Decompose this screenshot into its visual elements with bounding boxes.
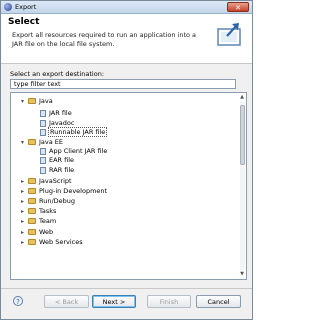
expand-arrow-icon[interactable]: ▸ (20, 219, 25, 225)
finish-button[interactable]: Finish (147, 295, 191, 308)
page-title: Select (8, 17, 40, 27)
tree-folder-item[interactable]: ▸ Plug-in Development (21, 187, 108, 196)
expand-arrow-icon[interactable]: ▸ (20, 240, 25, 246)
folder-icon (28, 139, 36, 145)
file-icon (40, 147, 46, 155)
tree-item-label: RAR file (49, 166, 75, 174)
collapse-arrow-icon[interactable]: ▾ (20, 99, 25, 105)
folder-icon (28, 208, 36, 214)
tree-file-item[interactable]: JAR file (40, 109, 72, 118)
file-icon (40, 156, 46, 164)
tree-item-label: Web Services (39, 238, 83, 246)
close-button[interactable]: ✕ (227, 2, 249, 12)
filter-input[interactable] (10, 79, 236, 89)
folder-icon (28, 239, 36, 245)
folder-icon (28, 178, 36, 184)
footer-divider (1, 288, 252, 289)
file-icon (40, 109, 46, 117)
tree-file-item[interactable]: EAR file (40, 156, 74, 165)
collapse-arrow-icon[interactable]: ▾ (20, 140, 25, 146)
expand-arrow-icon[interactable]: ▸ (20, 179, 25, 185)
export-banner-icon (217, 23, 241, 46)
tree-item-label: App Client JAR file (49, 147, 108, 155)
tree-file-item[interactable]: App Client JAR file (40, 147, 107, 156)
folder-icon (28, 218, 36, 224)
tree-item-label: Java EE (39, 138, 64, 146)
file-icon (40, 166, 46, 174)
tree-item-label: Runnable JAR file (47, 127, 108, 137)
tree-item-label: Javadoc (49, 119, 75, 127)
expand-arrow-icon[interactable]: ▸ (20, 209, 25, 215)
tree-folder-item[interactable]: ▸ Web (21, 228, 54, 237)
wizard-header: Select Export all resources required to … (1, 14, 252, 64)
folder-icon (28, 229, 36, 235)
file-icon (40, 128, 46, 136)
folder-icon (28, 188, 36, 194)
tree-item-label: JAR file (49, 109, 72, 117)
scroll-up-arrow-icon[interactable]: ▲ (239, 94, 245, 101)
tree-item-label: Plug-in Development (39, 187, 108, 195)
cancel-button[interactable]: Cancel (196, 295, 241, 308)
tree-item-label: Web (39, 228, 54, 236)
tree-file-item[interactable]: RAR file (40, 166, 74, 175)
expand-arrow-icon[interactable]: ▸ (20, 189, 25, 195)
destination-label: Select an export destination: (10, 70, 105, 78)
scroll-down-arrow-icon[interactable]: ▼ (239, 271, 245, 278)
tree-item-label: JavaScript (39, 177, 72, 185)
export-dialog: Export ✕ Select Export all resources req… (0, 0, 253, 320)
tree-file-item[interactable]: Runnable JAR file (40, 127, 108, 137)
tree-folder-item[interactable]: ▸ Tasks (21, 207, 57, 216)
title-bar: Export ✕ (1, 1, 252, 14)
destination-tree[interactable]: ▾ Java JAR file Javadoc Runnable JAR file ▾ Ja… (10, 92, 247, 280)
page-description: Export all resources required to run an … (12, 31, 197, 48)
tree-folder-item[interactable]: ▾ Java EE (21, 138, 64, 147)
scrollbar-thumb[interactable] (240, 105, 245, 165)
tree-item-label: Tasks (39, 207, 57, 215)
tree-item-label: Run/Debug (39, 197, 76, 205)
tree-item-label: EAR file (49, 156, 75, 164)
tree-folder-item[interactable]: ▸ Run/Debug (21, 197, 76, 206)
help-icon[interactable]: ? (13, 296, 23, 306)
tree-folder-item[interactable]: ▾ Java (21, 97, 53, 106)
eclipse-icon (4, 3, 12, 11)
next-button[interactable]: Next > (92, 295, 136, 308)
window-title: Export (15, 3, 37, 11)
expand-arrow-icon[interactable]: ▸ (20, 230, 25, 236)
tree-folder-item[interactable]: ▸ Team (21, 217, 57, 226)
folder-icon (28, 98, 36, 104)
tree-item-label: Java (39, 97, 53, 105)
file-icon (40, 119, 46, 127)
expand-arrow-icon[interactable]: ▸ (20, 199, 25, 205)
tree-folder-item[interactable]: ▸ JavaScript (21, 177, 72, 186)
tree-file-item[interactable]: Javadoc (40, 119, 74, 128)
back-button[interactable]: < Back (44, 295, 89, 308)
tree-folder-item[interactable]: ▸ Web Services (21, 238, 83, 247)
folder-icon (28, 198, 36, 204)
tree-item-label: Team (39, 217, 57, 225)
